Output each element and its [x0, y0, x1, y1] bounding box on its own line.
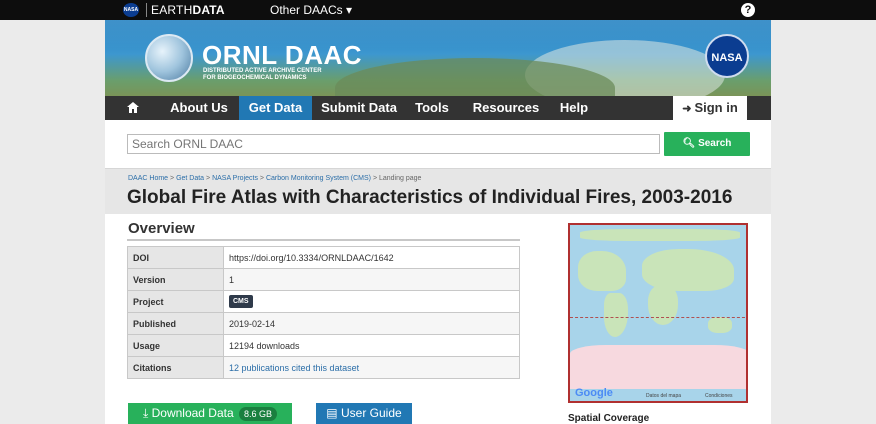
overview-divider — [127, 239, 520, 241]
search-input[interactable] — [127, 134, 660, 154]
map-terms-link[interactable]: Condiciones — [705, 393, 733, 399]
page-container: ORNL DAAC DISTRIBUTED ACTIVE ARCHIVE CEN… — [105, 20, 771, 424]
doi-value[interactable]: https://doi.org/10.3334/ORNLDAAC/1642 — [223, 246, 520, 269]
page-title: Global Fire Atlas with Characteristics o… — [127, 187, 733, 208]
map-south-america — [604, 293, 628, 337]
user-guide-button[interactable]: ▤ User Guide — [316, 403, 412, 424]
search-button[interactable]: 🔍︎ Search — [664, 132, 750, 156]
overview-table: DOI https://doi.org/10.3334/ORNLDAAC/164… — [127, 246, 520, 379]
breadcrumb-current: Landing page — [378, 175, 422, 182]
citations-value: 12 publications cited this dataset — [223, 356, 520, 379]
overview-heading: Overview — [128, 220, 195, 237]
breadcrumb-daac-home[interactable]: DAAC Home — [128, 175, 168, 182]
project-value: CMS — [223, 290, 520, 313]
citations-link[interactable]: 12 publications cited this dataset — [229, 363, 359, 373]
site-title[interactable]: ORNL DAAC — [202, 40, 362, 71]
nav-item-submit-data[interactable]: Submit Data — [321, 96, 397, 120]
download-size-badge: 8.6 GB — [239, 407, 278, 421]
row-key-published: Published — [127, 312, 224, 335]
site-banner: ORNL DAAC DISTRIBUTED ACTIVE ARCHIVE CEN… — [105, 20, 771, 96]
earthdata-topbar: NASA EARTHDATA Other DAACs ▾ ? — [0, 0, 876, 20]
topbar-divider — [146, 3, 147, 17]
map-arctic — [580, 229, 740, 241]
map-africa — [648, 285, 678, 325]
map-equator-line — [570, 317, 746, 318]
table-row: Version 1 — [127, 268, 520, 291]
table-row: Usage 12194 downloads — [127, 334, 520, 357]
search-icon: 🔍︎ — [682, 138, 696, 149]
table-row: Citations 12 publications cited this dat… — [127, 356, 520, 379]
help-icon[interactable]: ? — [741, 3, 755, 17]
sign-in-icon: ➜ — [682, 103, 692, 115]
title-section: DAAC Home > Get Data > NASA Projects > C… — [105, 168, 771, 214]
earthdata-brand[interactable]: EARTHDATA — [151, 3, 225, 17]
breadcrumb-get-data[interactable]: Get Data — [176, 175, 204, 182]
breadcrumb-cms[interactable]: Carbon Monitoring System (CMS) — [266, 175, 371, 182]
spatial-coverage-map[interactable]: Google Datos del mapa Condiciones — [568, 223, 748, 403]
other-daacs-dropdown[interactable]: Other DAACs ▾ — [270, 3, 352, 17]
search-row: 🔍︎ Search — [105, 120, 771, 168]
row-key-citations: Citations — [127, 356, 224, 379]
table-row: Project CMS — [127, 290, 520, 313]
home-icon[interactable] — [127, 102, 139, 113]
google-logo: Google — [575, 387, 613, 399]
map-data-attribution[interactable]: Datos del mapa — [646, 393, 681, 399]
sign-in-button[interactable]: ➜ Sign in — [673, 96, 747, 120]
download-data-button[interactable]: ⤓ Download Data 8.6 GB — [128, 403, 292, 424]
table-row: Published 2019-02-14 — [127, 312, 520, 335]
nav-item-help[interactable]: Help — [558, 96, 590, 120]
breadcrumb: DAAC Home > Get Data > NASA Projects > C… — [128, 175, 422, 182]
project-tag[interactable]: CMS — [229, 295, 253, 308]
nav-item-resources[interactable]: Resources — [471, 96, 541, 120]
map-north-america — [578, 251, 626, 291]
spatial-coverage-heading: Spatial Coverage — [568, 413, 650, 424]
nav-item-about-us[interactable]: About Us — [167, 96, 231, 120]
row-key-project: Project — [127, 290, 224, 313]
map-australia — [708, 317, 732, 333]
row-key-doi: DOI — [127, 246, 224, 269]
nasa-logo-icon[interactable]: NASA — [705, 34, 749, 78]
main-nav: About Us Get Data Submit Data Tools Reso… — [105, 96, 771, 120]
table-row: DOI https://doi.org/10.3334/ORNLDAAC/164… — [127, 246, 520, 269]
row-key-usage: Usage — [127, 334, 224, 357]
globe-logo-icon[interactable] — [145, 34, 193, 82]
usage-value: 12194 downloads — [223, 334, 520, 357]
nav-item-get-data[interactable]: Get Data — [239, 96, 312, 120]
nav-item-tools[interactable]: Tools — [412, 96, 452, 120]
download-icon: ⤓ — [142, 406, 149, 420]
map-antarctica — [570, 345, 746, 389]
breadcrumb-nasa-projects[interactable]: NASA Projects — [212, 175, 258, 182]
document-icon: ▤ — [326, 406, 338, 420]
version-value: 1 — [223, 268, 520, 291]
nasa-meatball-icon[interactable]: NASA — [123, 3, 139, 17]
row-key-version: Version — [127, 268, 224, 291]
published-value: 2019-02-14 — [223, 312, 520, 335]
site-subtitle: DISTRIBUTED ACTIVE ARCHIVE CENTER FOR BI… — [203, 68, 322, 81]
